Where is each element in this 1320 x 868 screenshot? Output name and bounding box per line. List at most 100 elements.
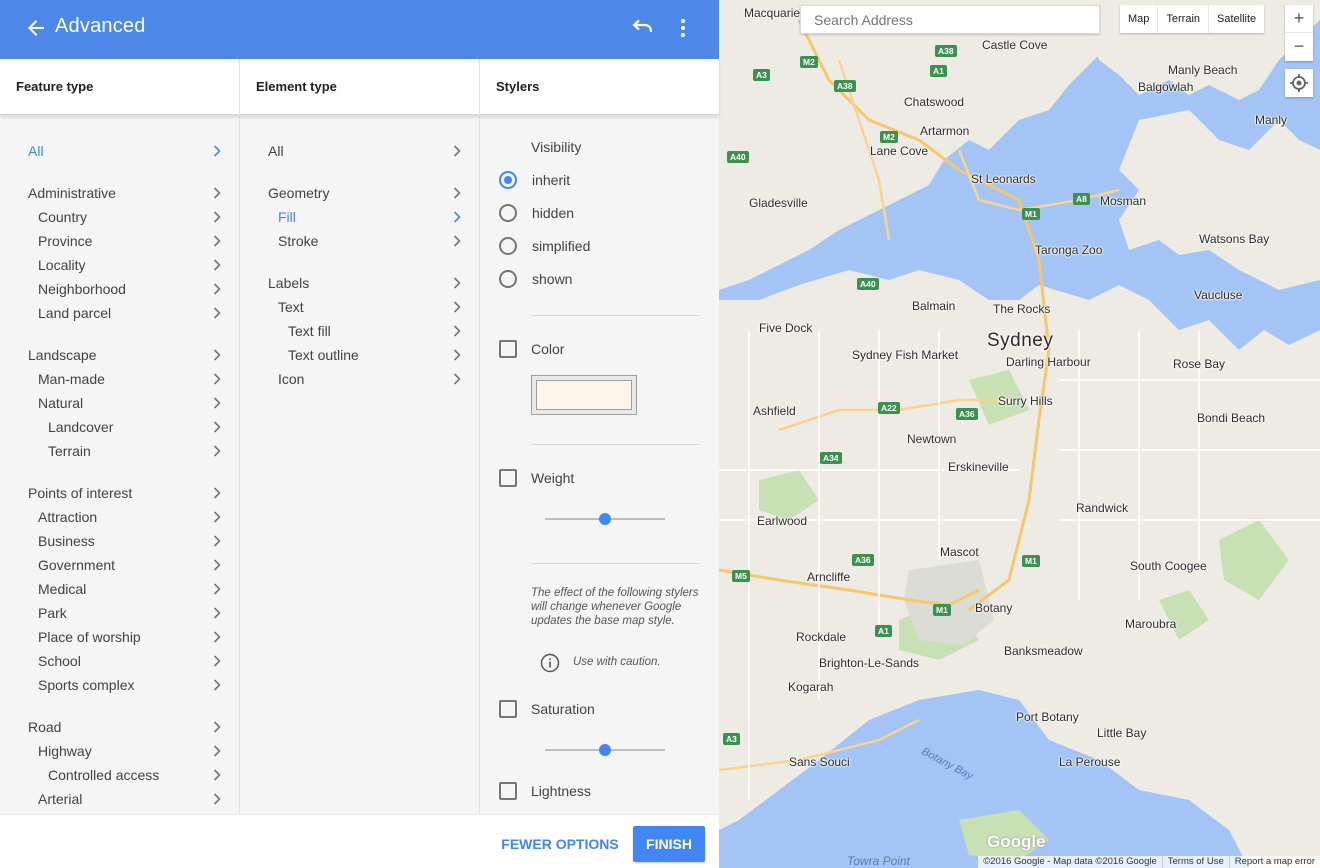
feature-type-item[interactable]: Administrative bbox=[0, 181, 239, 205]
feature-type-item[interactable]: Place of worship bbox=[0, 625, 239, 649]
chevron-right-icon bbox=[213, 187, 221, 199]
weight-checkbox[interactable] bbox=[499, 469, 517, 487]
chevron-right-icon bbox=[213, 745, 221, 757]
chevron-right-icon bbox=[453, 187, 461, 199]
feature-type-item[interactable]: Neighborhood bbox=[0, 277, 239, 301]
feature-type-item[interactable]: Controlled access bbox=[0, 763, 239, 787]
color-checkbox[interactable] bbox=[499, 340, 517, 358]
saturation-slider[interactable] bbox=[545, 742, 665, 758]
saturation-checkbox[interactable] bbox=[499, 700, 517, 718]
element-type-item[interactable]: Geometry bbox=[240, 181, 479, 205]
map-place-label: Balmain bbox=[912, 299, 956, 313]
element-type-item-label: Text fill bbox=[288, 323, 331, 339]
map-type-map-button[interactable]: Map bbox=[1120, 5, 1159, 33]
map-place-label: Kogarah bbox=[788, 680, 834, 694]
feature-type-item[interactable]: Points of interest bbox=[0, 481, 239, 505]
map-view[interactable]: Macquarie Park Castle Cove Manly Beach B… bbox=[719, 0, 1320, 868]
feature-type-item[interactable]: Sports complex bbox=[0, 673, 239, 697]
road-shield: A3 bbox=[753, 69, 770, 81]
divider bbox=[531, 315, 699, 316]
road-shield: A38 bbox=[935, 45, 957, 57]
element-type-item[interactable]: Fill bbox=[240, 205, 479, 229]
feature-type-item[interactable]: Attraction bbox=[0, 505, 239, 529]
feature-type-item[interactable]: Country bbox=[0, 205, 239, 229]
weight-slider[interactable] bbox=[545, 511, 665, 527]
feature-type-item-label: Place of worship bbox=[38, 629, 141, 645]
visibility-simplified-radio[interactable] bbox=[499, 237, 517, 255]
finish-button[interactable]: FINISH bbox=[633, 826, 705, 862]
feature-type-item[interactable]: Government bbox=[0, 553, 239, 577]
road-shield: A40 bbox=[727, 151, 749, 163]
visibility-option-label: hidden bbox=[532, 205, 575, 221]
element-type-item[interactable]: Text bbox=[240, 295, 479, 319]
map-place-label: Five Dock bbox=[759, 321, 813, 335]
map-place-label: Newtown bbox=[907, 432, 957, 446]
panel-title: Advanced bbox=[55, 15, 146, 37]
feature-type-item[interactable]: Terrain bbox=[0, 439, 239, 463]
chevron-right-icon bbox=[213, 259, 221, 271]
chevron-right-icon bbox=[213, 145, 221, 157]
map-place-label: Ashfield bbox=[753, 404, 796, 418]
map-place-label: Taronga Zoo bbox=[1035, 243, 1103, 257]
element-type-item[interactable]: Text outline bbox=[240, 343, 479, 367]
zoom-out-button[interactable]: − bbox=[1285, 33, 1313, 61]
feature-type-list: All Administrative Country Province Locality… bbox=[0, 116, 240, 814]
feature-type-item[interactable]: Medical bbox=[0, 577, 239, 601]
color-picker-button[interactable] bbox=[531, 375, 637, 415]
feature-type-item[interactable]: Highway bbox=[0, 739, 239, 763]
zoom-in-button[interactable]: + bbox=[1285, 5, 1313, 33]
visibility-hidden-radio[interactable] bbox=[499, 204, 517, 222]
map-place-label: Rockdale bbox=[796, 630, 847, 644]
element-type-item[interactable]: Icon bbox=[240, 367, 479, 391]
chevron-right-icon bbox=[453, 235, 461, 247]
map-place-label: Rose Bay bbox=[1173, 357, 1226, 371]
feature-type-item[interactable]: Road bbox=[0, 715, 239, 739]
map-type-terrain-button[interactable]: Terrain bbox=[1158, 5, 1210, 33]
more-vert-icon[interactable] bbox=[672, 16, 694, 40]
feature-type-item[interactable]: Man-made bbox=[0, 367, 239, 391]
road-shield: M1 bbox=[1022, 208, 1040, 220]
map-place-label: South Coogee bbox=[1130, 559, 1207, 573]
feature-type-item[interactable]: Landscape bbox=[0, 343, 239, 367]
feature-type-item-label: Locality bbox=[38, 257, 86, 273]
feature-type-item[interactable]: Business bbox=[0, 529, 239, 553]
map-place-label: Sans Souci bbox=[789, 755, 850, 769]
feature-type-item-label: Landcover bbox=[48, 419, 114, 435]
feature-type-item[interactable]: Landcover bbox=[0, 415, 239, 439]
road-shield: M1 bbox=[1022, 555, 1040, 567]
chevron-right-icon bbox=[213, 373, 221, 385]
undo-icon[interactable] bbox=[630, 16, 656, 40]
visibility-inherit-radio[interactable] bbox=[499, 171, 517, 189]
search-address-input[interactable] bbox=[800, 5, 1100, 34]
map-type-satellite-button[interactable]: Satellite bbox=[1209, 5, 1264, 33]
report-map-error-link[interactable]: Report a map error bbox=[1228, 856, 1320, 868]
road-shield: A8 bbox=[1073, 193, 1090, 205]
lightness-checkbox[interactable] bbox=[499, 782, 517, 800]
visibility-shown-radio[interactable] bbox=[499, 270, 517, 288]
my-location-button[interactable] bbox=[1285, 69, 1313, 97]
feature-type-item[interactable]: Park bbox=[0, 601, 239, 625]
feature-type-item-label: Administrative bbox=[28, 185, 116, 201]
feature-type-item[interactable]: Arterial bbox=[0, 787, 239, 811]
back-arrow-icon[interactable] bbox=[24, 16, 48, 40]
terms-of-use-link[interactable]: Terms of Use bbox=[1161, 856, 1229, 868]
road-shield: A38 bbox=[834, 80, 856, 92]
feature-type-item[interactable]: Natural bbox=[0, 391, 239, 415]
feature-type-item[interactable]: All bbox=[0, 139, 239, 163]
feature-type-item[interactable]: Province bbox=[0, 229, 239, 253]
feature-type-item[interactable]: Land parcel bbox=[0, 301, 239, 325]
element-type-item-label: Text outline bbox=[288, 347, 359, 363]
chevron-right-icon bbox=[213, 487, 221, 499]
stylers-panel: Visibility inherit hidden simplified sho… bbox=[480, 116, 719, 814]
slider-thumb[interactable] bbox=[599, 513, 611, 525]
feature-type-item[interactable]: Locality bbox=[0, 253, 239, 277]
chevron-right-icon bbox=[453, 349, 461, 361]
element-type-item[interactable]: Labels bbox=[240, 271, 479, 295]
element-type-item[interactable]: Text fill bbox=[240, 319, 479, 343]
fewer-options-button[interactable]: FEWER OPTIONS bbox=[500, 827, 620, 861]
element-type-item[interactable]: All bbox=[240, 139, 479, 163]
feature-type-item[interactable]: School bbox=[0, 649, 239, 673]
caution-label: Use with caution. bbox=[573, 656, 661, 668]
element-type-item[interactable]: Stroke bbox=[240, 229, 479, 253]
slider-thumb[interactable] bbox=[599, 744, 611, 756]
